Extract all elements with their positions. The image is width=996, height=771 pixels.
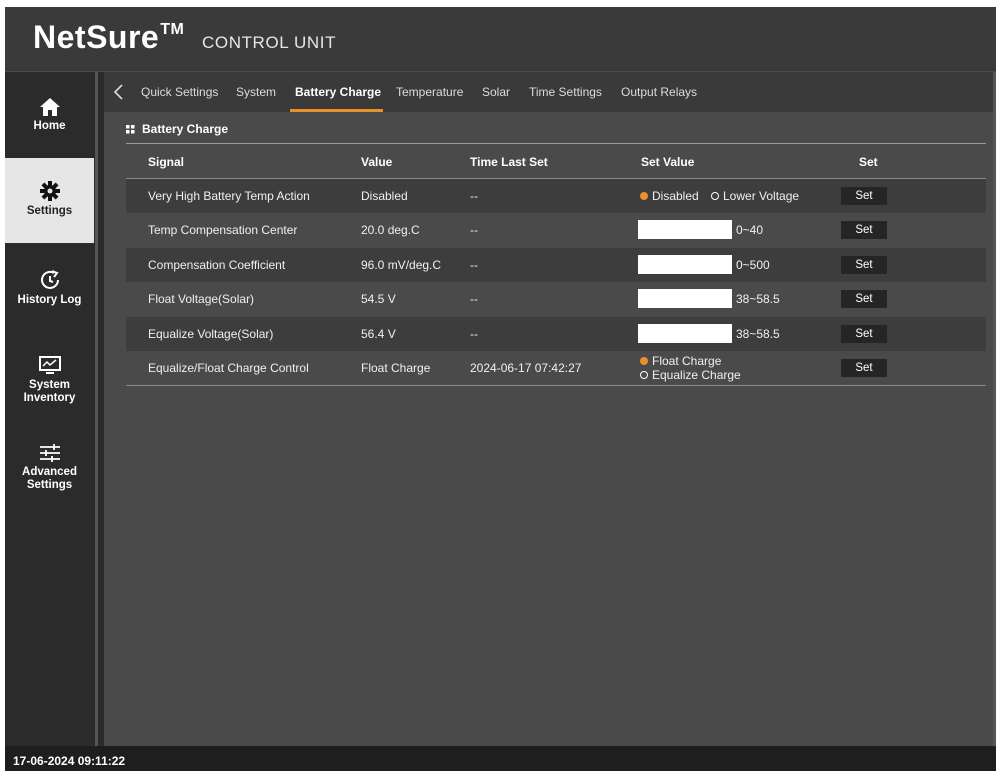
time-last-set: -- (470, 292, 478, 306)
tab-bar: Quick Settings System Battery Charge Tem… (104, 72, 996, 112)
status-bar: 17-06-2024 09:11:22 (5, 746, 996, 771)
sidebar-item-label: Advanced (22, 466, 77, 478)
signal-name: Very High Battery Temp Action (148, 189, 310, 203)
brand-logo: NetSureTM (33, 19, 184, 56)
sidebar-item-history-log[interactable]: History Log (5, 269, 94, 319)
radio-label: Float Charge (652, 354, 722, 368)
column-header-signal: Signal (148, 155, 185, 169)
sidebar: Home Settings History Log System Invento… (5, 72, 94, 746)
table-row: Equalize/Float Charge Control Float Char… (126, 351, 986, 385)
signal-value: Float Charge (361, 361, 431, 375)
app-header: NetSureTM CONTROL UNIT (5, 7, 996, 72)
signal-value: 20.0 deg.C (361, 223, 420, 237)
signal-name: Float Voltage(Solar) (148, 292, 255, 306)
section-title: Battery Charge (142, 122, 229, 136)
radio-label: Lower Voltage (723, 189, 800, 203)
sidebar-divider (95, 72, 98, 746)
signal-name: Compensation Coefficient (148, 258, 286, 272)
radio-lower-voltage[interactable] (711, 192, 719, 200)
sidebar-item-settings[interactable]: Settings (5, 158, 94, 243)
time-last-set: -- (470, 327, 478, 341)
table-row: Very High Battery Temp Action Disabled -… (126, 179, 986, 213)
table-row: Float Voltage(Solar) 54.5 V -- 38~58.5 S… (126, 282, 986, 316)
table-row: Equalize Voltage(Solar) 56.4 V -- 38~58.… (126, 317, 986, 351)
signal-name: Equalize Voltage(Solar) (148, 327, 274, 341)
grid-icon (126, 125, 135, 134)
column-header-set: Set (859, 155, 878, 169)
sidebar-item-label: System (29, 379, 70, 391)
tab-battery-charge[interactable]: Battery Charge (295, 85, 381, 99)
time-last-set: -- (470, 258, 478, 272)
tab-system[interactable]: System (236, 85, 276, 99)
set-button[interactable]: Set (841, 290, 887, 308)
table-row: Compensation Coefficient 96.0 mV/deg.C -… (126, 248, 986, 282)
column-header-value: Value (361, 155, 393, 169)
set-button[interactable]: Set (841, 256, 887, 274)
home-icon (39, 98, 60, 116)
set-button[interactable]: Set (841, 325, 887, 343)
sidebar-item-label: Settings (26, 479, 73, 491)
set-value-input[interactable] (638, 220, 732, 239)
sidebar-item-home[interactable]: Home (5, 97, 94, 147)
sidebar-item-system-inventory[interactable]: System Inventory (5, 356, 94, 416)
radio-label: Disabled (652, 189, 699, 203)
radio-disabled[interactable] (640, 192, 648, 200)
column-header-set-value: Set Value (641, 155, 695, 169)
time-last-set: 2024-06-17 07:42:27 (470, 361, 582, 375)
app-window: NetSureTM CONTROL UNIT Home Settings His… (5, 7, 996, 771)
signal-name: Equalize/Float Charge Control (148, 361, 309, 375)
table-row: Temp Compensation Center 20.0 deg.C -- 0… (126, 213, 986, 247)
gear-icon (39, 181, 60, 201)
monitor-icon (38, 356, 61, 374)
signal-name: Temp Compensation Center (148, 223, 298, 237)
tab-temperature[interactable]: Temperature (396, 85, 463, 99)
range-hint: 38~58.5 (736, 292, 780, 306)
signal-value: Disabled (361, 189, 408, 203)
sliders-icon (39, 444, 60, 462)
active-tab-indicator (290, 109, 383, 112)
range-hint: 0~40 (736, 223, 764, 237)
radio-float-charge[interactable] (640, 357, 648, 365)
main-content: Quick Settings System Battery Charge Tem… (104, 72, 996, 746)
tab-solar[interactable]: Solar (482, 85, 510, 99)
set-button[interactable]: Set (841, 187, 887, 205)
back-chevron-icon[interactable] (112, 83, 126, 101)
set-value-input[interactable] (638, 255, 732, 274)
brand-name: NetSure (33, 19, 160, 55)
table-bottom-divider (126, 385, 986, 386)
sidebar-item-label: Home (33, 120, 66, 132)
range-hint: 0~500 (736, 258, 770, 272)
time-last-set: -- (470, 189, 478, 203)
signal-value: 56.4 V (361, 327, 396, 341)
range-hint: 38~58.5 (736, 327, 780, 341)
tab-time-settings[interactable]: Time Settings (529, 85, 602, 99)
section-divider (126, 143, 986, 144)
tab-quick-settings[interactable]: Quick Settings (141, 85, 218, 99)
sidebar-item-advanced-settings[interactable]: Advanced Settings (5, 443, 94, 503)
current-datetime: 17-06-2024 09:11:22 (13, 754, 126, 768)
radio-label: Equalize Charge (652, 368, 741, 382)
time-last-set: -- (470, 223, 478, 237)
brand-subtitle: CONTROL UNIT (202, 33, 337, 52)
history-icon (40, 270, 59, 289)
set-value-input[interactable] (638, 324, 732, 343)
signal-value: 96.0 mV/deg.C (361, 258, 442, 272)
sidebar-item-label: Settings (26, 205, 73, 217)
set-button[interactable]: Set (841, 221, 887, 239)
radio-equalize-charge[interactable] (640, 371, 648, 379)
column-header-time-last-set: Time Last Set (470, 155, 548, 169)
sidebar-item-label: Inventory (23, 392, 76, 404)
trademark-mark: TM (160, 21, 185, 38)
tab-output-relays[interactable]: Output Relays (621, 85, 697, 99)
set-button[interactable]: Set (841, 359, 887, 377)
sidebar-item-label: History Log (17, 294, 82, 306)
signal-value: 54.5 V (361, 292, 396, 306)
set-value-input[interactable] (638, 289, 732, 308)
